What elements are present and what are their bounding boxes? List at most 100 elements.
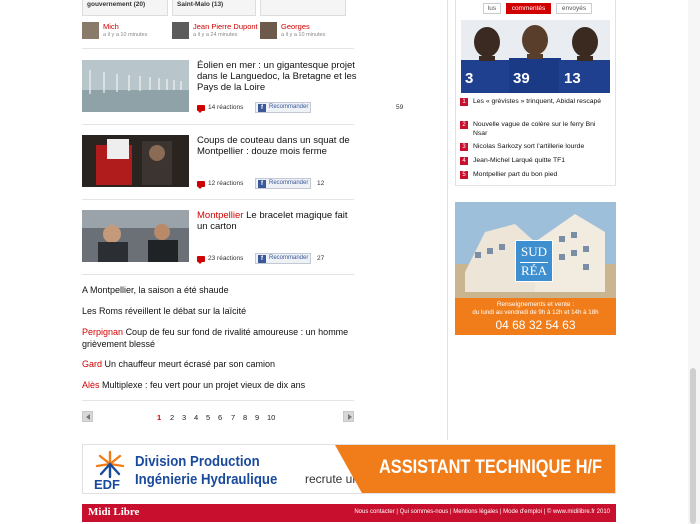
story-thumbnail[interactable] <box>82 210 189 262</box>
top-box[interactable] <box>260 0 346 16</box>
brief-item[interactable]: A Montpellier, la saison a été shaude <box>82 285 362 297</box>
page-link-current[interactable]: 1 <box>157 413 161 422</box>
footer-link-legal[interactable]: Mentions légales <box>453 509 498 515</box>
page-link[interactable]: 3 <box>182 413 186 422</box>
brief-text: A Montpellier, la saison a été shaude <box>82 285 229 295</box>
list-item-text: Les « grévistes » trinquent, Abidal resc… <box>473 98 602 105</box>
story-headline: Coups de couteau dans un squat de Montpe… <box>197 135 350 157</box>
facebook-recommend-button[interactable]: f Recommander <box>255 102 311 113</box>
ad-phone: 04 68 32 54 63 <box>495 318 576 332</box>
divider <box>82 124 354 125</box>
story-thumbnail[interactable] <box>82 60 189 112</box>
list-item-text: Jean-Michel Larqué quitte TF1 <box>473 157 566 164</box>
list-item-text: Nicolas Sarkozy sort l'artillerie lourde <box>473 143 585 150</box>
page-link[interactable]: 2 <box>170 413 174 422</box>
footer-copyright: © www.midilibre.fr 2010 <box>546 509 610 515</box>
facebook-icon: f <box>258 180 266 188</box>
page-link[interactable]: 5 <box>206 413 210 422</box>
banner-division: Division Production <box>135 453 260 470</box>
edf-wordmark: EDF <box>94 477 120 492</box>
story-item[interactable]: Éolien en mer : un gigantesque projet da… <box>82 60 403 120</box>
divider <box>82 48 354 49</box>
commenter-name[interactable]: Georges <box>281 22 310 31</box>
facebook-recommend-button[interactable]: f Recommander <box>255 178 311 189</box>
story-title[interactable]: Montpellier Le bracelet magique fait un … <box>197 210 357 232</box>
next-page-button[interactable] <box>343 411 354 422</box>
footer-logo[interactable]: Midi Libre <box>88 506 139 518</box>
comment-time: a il y a 24 minutes <box>193 32 238 38</box>
commenter-name[interactable]: Mich <box>103 22 119 31</box>
scrollbar[interactable] <box>688 0 700 524</box>
story-kicker: Montpellier <box>197 210 244 221</box>
top-box[interactable]: gouvernement (20) <box>82 0 168 16</box>
divider <box>82 400 354 401</box>
recommend-label: Recommander <box>269 255 309 261</box>
recent-commenter[interactable]: Jean Pierre Dupont a il y a 24 minutes <box>172 21 258 41</box>
column-divider <box>447 0 448 440</box>
top-box-label: Saint-Malo (13) <box>177 1 224 8</box>
reaction-count[interactable]: 23 réactions <box>208 255 243 262</box>
footer-link-about[interactable]: Qui sommes-nous <box>400 509 449 515</box>
brand-logo: SUD RÉA <box>515 240 553 282</box>
brief-text: Multiplexe : feu vert pour un projet vie… <box>102 380 306 390</box>
comment-time: a il y a 10 minutes <box>281 32 326 38</box>
divider <box>82 274 354 275</box>
comment-time: a il y a 10 minutes <box>103 32 148 38</box>
story-headline: Éolien en mer : un gigantesque projet da… <box>197 60 357 93</box>
story-item[interactable]: Coups de couteau dans un squat de Montpe… <box>82 135 357 195</box>
banner-job-title: ASSISTANT TECHNIQUE H/F <box>379 457 603 478</box>
rank-badge: 2 <box>460 121 468 129</box>
list-item-text: Montpellier part du bon pied <box>473 171 558 178</box>
story-item[interactable]: Montpellier Le bracelet magique fait un … <box>82 210 357 270</box>
footer-link-contact[interactable]: Nous contacter <box>354 509 394 515</box>
facebook-recommend-button[interactable]: f Recommander <box>255 253 311 264</box>
avatar <box>172 22 189 39</box>
footer-link-help[interactable]: Mode d'emploi <box>503 509 542 515</box>
reaction-count[interactable]: 12 réactions <box>208 180 243 187</box>
page-link[interactable]: 6 <box>218 413 222 422</box>
page-link[interactable]: 9 <box>255 413 259 422</box>
avatar <box>260 22 277 39</box>
previous-page-button[interactable] <box>82 411 93 422</box>
ad-hours: du lundi au vendredi de 9h à 12h et 14h … <box>472 309 599 316</box>
sidebar-border <box>615 0 616 186</box>
brief-item[interactable]: Alès Multiplexe : feu vert pour un proje… <box>82 380 362 392</box>
recent-commenter[interactable]: Georges a il y a 10 minutes <box>260 21 350 41</box>
brief-item[interactable]: Gard Un chauffeur meurt écrasé par son c… <box>82 359 362 371</box>
sidebar-border <box>455 0 456 186</box>
brief-item[interactable]: Les Roms réveillent le débat sur la laïc… <box>82 306 362 318</box>
recommend-label: Recommander <box>269 104 309 110</box>
brief-kicker: Gard <box>82 359 103 369</box>
comment-bubble-icon <box>197 181 205 189</box>
like-count: 59 <box>396 104 404 111</box>
page-link[interactable]: 10 <box>267 413 275 422</box>
recommend-label: Recommander <box>269 180 309 186</box>
side-advertisement[interactable]: SUD RÉA Renseignements et vente : du lun… <box>455 202 616 335</box>
story-title[interactable]: Éolien en mer : un gigantesque projet da… <box>197 60 357 93</box>
page-link[interactable]: 7 <box>231 413 235 422</box>
avatar <box>82 22 99 39</box>
story-thumbnail[interactable] <box>82 135 189 187</box>
top-box[interactable]: Saint-Malo (13) <box>172 0 256 16</box>
rank-badge: 1 <box>460 98 468 106</box>
scrollbar-thumb[interactable] <box>690 368 696 524</box>
story-title[interactable]: Coups de couteau dans un squat de Montpe… <box>197 135 357 157</box>
like-count: 12 <box>317 180 325 187</box>
page-link[interactable]: 8 <box>243 413 247 422</box>
ad-info: Renseignements et vente : <box>496 301 575 308</box>
site-footer: Midi Libre Nous contacter | Qui sommes-n… <box>82 504 616 522</box>
brief-item[interactable]: Perpignan Coup de feu sur fond de rivali… <box>82 327 362 350</box>
reaction-count[interactable]: 14 réactions <box>208 104 243 111</box>
commenter-name[interactable]: Jean Pierre Dupont <box>193 22 258 31</box>
like-count: 27 <box>317 255 325 262</box>
recent-commenter[interactable]: Mich a il y a 10 minutes <box>82 21 168 41</box>
divider <box>455 185 616 186</box>
comment-bubble-icon <box>197 105 205 113</box>
divider <box>82 199 354 200</box>
brief-text: Les Roms réveillent le débat sur la laïc… <box>82 306 247 316</box>
footer-links: Nous contacter | Qui sommes-nous | Menti… <box>354 509 610 515</box>
rank-badge: 4 <box>460 157 468 165</box>
banner-advertisement[interactable]: EDF Division Production Ingénierie Hydra… <box>82 444 616 494</box>
facebook-icon: f <box>258 104 266 112</box>
page-link[interactable]: 4 <box>194 413 198 422</box>
